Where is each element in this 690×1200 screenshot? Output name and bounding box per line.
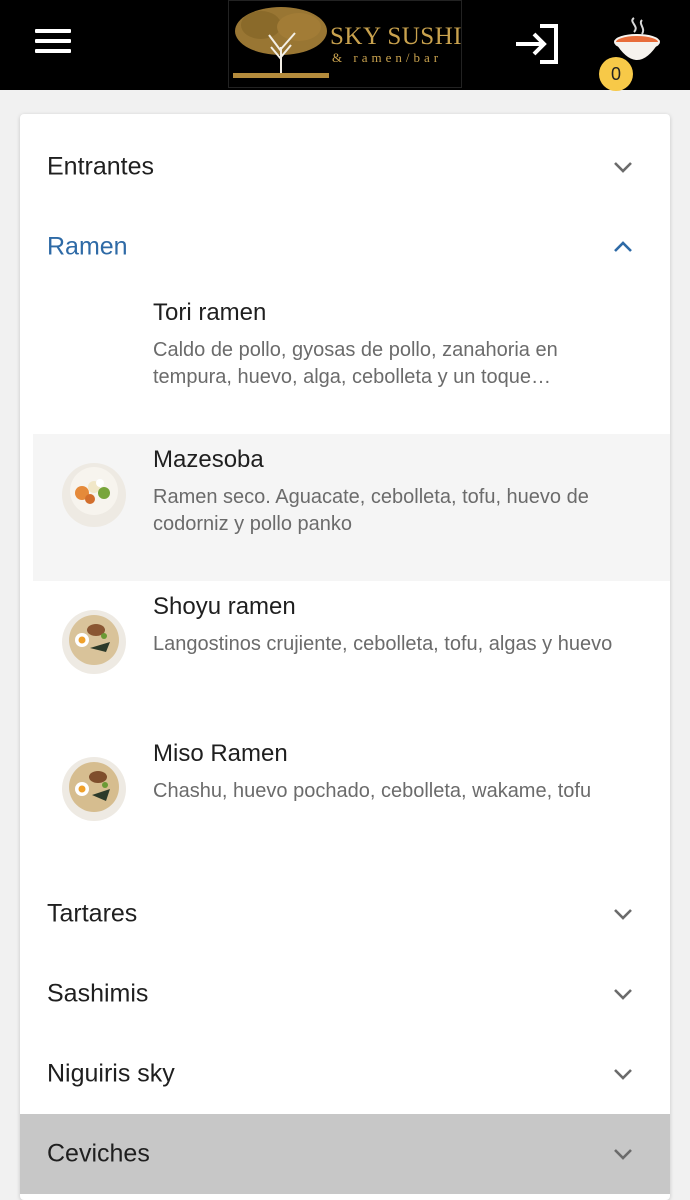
dish-image <box>62 610 126 674</box>
logo-title: SKY SUSHI <box>330 23 463 50</box>
item-name: Shoyu ramen <box>153 593 296 620</box>
menu-item-tori-ramen[interactable]: Tori ramen Caldo de pollo, gyosas de pol… <box>33 287 670 434</box>
category-label: Sashimis <box>47 979 149 1008</box>
login-button[interactable] <box>514 22 560 66</box>
dish-image <box>62 757 126 821</box>
chevron-down-icon <box>614 909 632 920</box>
menu-icon[interactable] <box>35 29 71 59</box>
category-label: Entrantes <box>47 152 155 181</box>
category-tartares[interactable]: Tartares <box>20 874 670 954</box>
cart-count-badge: 0 <box>599 57 633 91</box>
category-sashimis[interactable]: Sashimis <box>20 954 670 1034</box>
dish-image <box>62 463 126 527</box>
item-description: Chashu, huevo pochado, cebolleta, wakame… <box>153 780 592 802</box>
menu-item-miso-ramen[interactable]: Miso Ramen Chashu, huevo pochado, ceboll… <box>33 728 670 875</box>
chevron-down-icon <box>614 1149 632 1160</box>
chevron-up-icon <box>614 241 632 252</box>
login-icon <box>516 24 558 64</box>
category-ceviches[interactable]: Ceviches <box>20 1114 670 1194</box>
restaurant-logo[interactable]: SKY SUSHI & ramen/bar <box>228 0 462 88</box>
top-app-bar: SKY SUSHI & ramen/bar 0 <box>0 0 690 91</box>
menu-item-mazesoba[interactable]: Mazesoba Ramen seco. Aguacate, cebolleta… <box>33 434 670 581</box>
category-label: Niguiris sky <box>47 1059 175 1088</box>
item-name: Mazesoba <box>153 446 264 473</box>
chevron-down-icon <box>614 1069 632 1080</box>
menu-item-shoyu-ramen[interactable]: Shoyu ramen Langostinos crujiente, cebol… <box>33 581 670 728</box>
category-entrantes[interactable]: Entrantes <box>20 127 670 207</box>
item-name: Miso Ramen <box>153 740 288 767</box>
category-ramen[interactable]: Ramen <box>20 207 670 287</box>
item-description: Ramen seco. Aguacate, cebolleta, tofu, h… <box>153 486 589 535</box>
logo-subtitle: & ramen/bar <box>332 50 443 65</box>
item-name: Tori ramen <box>153 299 267 326</box>
category-label: Ceviches <box>47 1139 150 1168</box>
item-description: Langostinos crujiente, cebolleta, tofu, … <box>153 633 613 655</box>
chevron-down-icon <box>614 162 632 173</box>
category-niguiris-sky[interactable]: Niguiris sky <box>20 1034 670 1114</box>
menu-accordion: Entrantes Ramen Tori ramen Caldo de poll… <box>20 114 670 1200</box>
category-label: Ramen <box>47 232 128 261</box>
item-description: Caldo de pollo, gyosas de pollo, zanahor… <box>153 339 558 388</box>
chevron-down-icon <box>614 989 632 1000</box>
category-label: Tartares <box>47 899 138 928</box>
tree-logo-icon <box>233 7 329 78</box>
